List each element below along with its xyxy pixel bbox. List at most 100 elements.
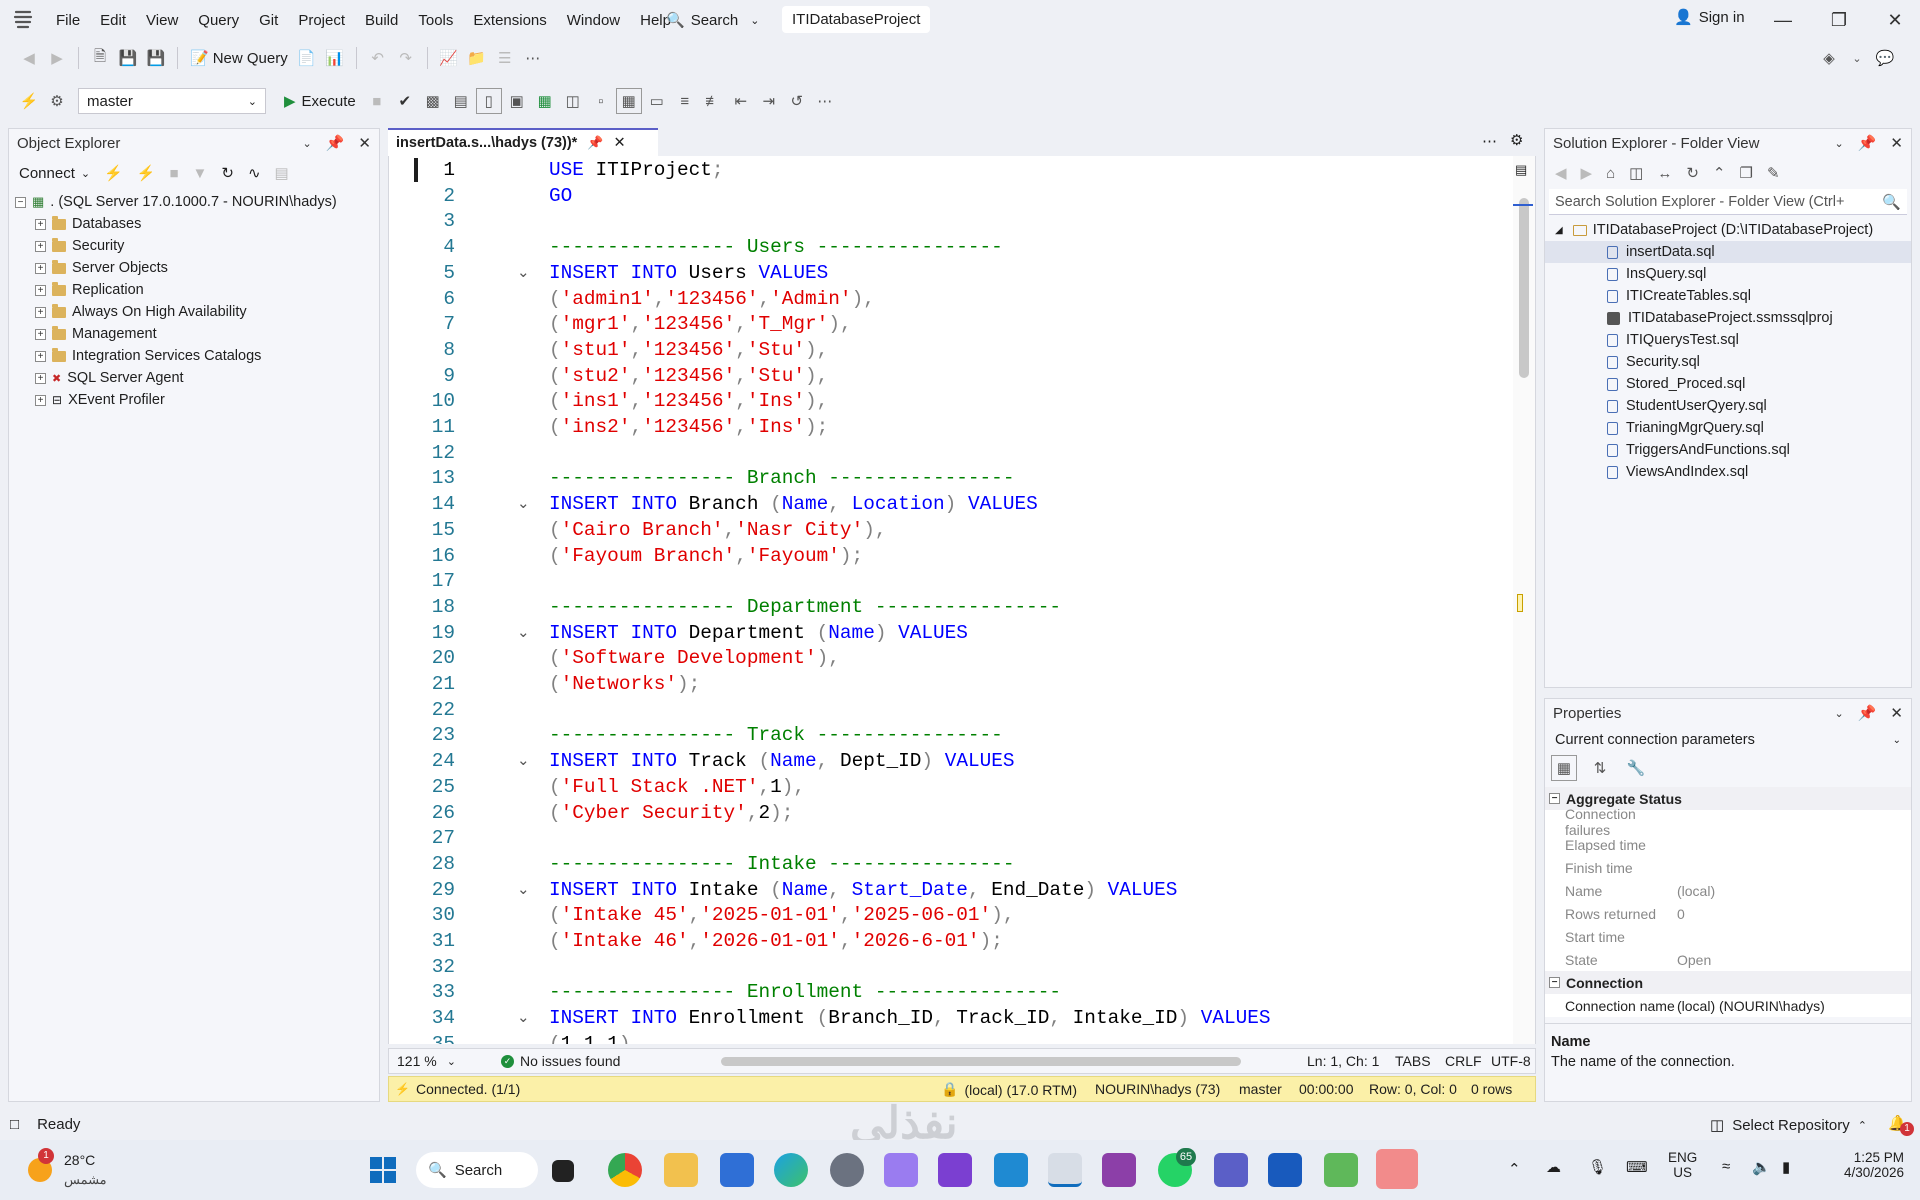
code-line[interactable]: 17 <box>389 569 1489 595</box>
split-icon[interactable]: ▤ <box>1515 162 1527 178</box>
menu-edit[interactable]: Edit <box>90 12 136 29</box>
expand-icon[interactable]: + <box>35 218 46 230</box>
code-line[interactable]: 27 <box>389 826 1489 852</box>
property-row[interactable]: State Open <box>1545 948 1911 971</box>
property-pages-icon[interactable]: 🔧 <box>1623 755 1649 781</box>
back-icon[interactable]: ◀ <box>1555 164 1567 182</box>
fold-chevron-icon[interactable]: ⌄ <box>517 492 530 518</box>
properties-object-select[interactable]: Current connection parameters ⌄ <box>1545 727 1911 753</box>
code-line[interactable]: 26 ('Cyber Security',2); <box>389 801 1489 827</box>
search-button[interactable]: 🔍 Search ⌄ <box>666 8 759 32</box>
property-row[interactable]: Connection name (local) (NOURIN\hadys) <box>1545 994 1911 1017</box>
summary-icon[interactable]: ▤ <box>275 164 289 182</box>
minimize-button[interactable]: — <box>1755 0 1811 40</box>
collapse-icon[interactable]: − <box>1549 977 1560 988</box>
code-line[interactable]: 2 GO <box>389 184 1489 210</box>
code-line[interactable]: 5 ⌄ INSERT INTO Users VALUES <box>389 261 1489 287</box>
clock[interactable]: 1:25 PM 4/30/2026 <box>1824 1150 1904 1180</box>
fold-chevron-icon[interactable]: ⌄ <box>517 261 530 287</box>
connect-dropdown[interactable]: Connect ⌄ <box>19 165 90 182</box>
battery-icon[interactable]: ▮ <box>1782 1158 1790 1176</box>
code-line[interactable]: 23 ---------------- Track ---------------… <box>389 723 1489 749</box>
menu-file[interactable]: File <box>46 12 90 29</box>
fold-chevron-icon[interactable]: ⌄ <box>517 878 530 904</box>
pin-icon[interactable]: 📌 <box>587 135 603 151</box>
execute-button[interactable]: ▶ Execute <box>278 92 362 111</box>
start-button[interactable] <box>366 1153 400 1187</box>
new-query-button[interactable]: 📝 New Query <box>186 49 292 68</box>
collapse-icon[interactable]: − <box>15 196 26 208</box>
new-project-icon[interactable]: 🗎 <box>87 45 113 71</box>
zoom-select[interactable]: 121 % ⌄ <box>397 1053 477 1069</box>
chevron-down-icon[interactable]: ⌄ <box>303 137 312 150</box>
sync-icon[interactable]: ↔ <box>1657 165 1672 182</box>
settings-gear-icon[interactable]: ⚙ <box>1510 131 1523 149</box>
code-line[interactable]: 15 ('Cairo Branch','Nasr City'), <box>389 518 1489 544</box>
solution-file-item[interactable]: Stored_Proced.sql <box>1545 373 1911 395</box>
code-line[interactable]: 22 <box>389 698 1489 724</box>
code-line[interactable]: 9 ('stu2','123456','Stu'), <box>389 364 1489 390</box>
keyboard-icon[interactable]: ⌨ <box>1626 1158 1648 1176</box>
visual-studio-icon[interactable] <box>938 1153 972 1187</box>
file-explorer-icon[interactable] <box>664 1153 698 1187</box>
comment-icon[interactable]: ☰ <box>492 45 518 71</box>
refresh-icon[interactable]: ↻ <box>221 164 234 182</box>
code-line[interactable]: 24 ⌄ INSERT INTO Track (Name, Dept_ID) VAL… <box>389 749 1489 775</box>
live-stats-icon[interactable]: ▦ <box>532 88 558 114</box>
fold-chevron-icon[interactable]: ⌄ <box>517 621 530 647</box>
word-icon[interactable] <box>1268 1153 1302 1187</box>
select-repository-button[interactable]: ◫ Select Repository ⌃ <box>1710 1116 1867 1135</box>
issues-indicator[interactable]: ✓ No issues found <box>501 1053 620 1069</box>
code-line[interactable]: 1 USE ITIProject; <box>389 158 1489 184</box>
oe-node-replication[interactable]: + Replication <box>15 279 373 301</box>
oe-node-management[interactable]: + Management <box>15 323 373 345</box>
code-line[interactable]: 14 ⌄ INSERT INTO Branch (Name, Location) V… <box>389 492 1489 518</box>
copilot-icon[interactable]: ◈ <box>1816 45 1842 71</box>
close-tab-icon[interactable]: ✕ <box>614 135 626 151</box>
pin-icon[interactable]: 📌 <box>1858 704 1877 722</box>
property-row[interactable]: Connection failures <box>1545 806 1911 838</box>
scroll-thumb[interactable] <box>1519 198 1529 378</box>
wifi-icon[interactable]: ≈ <box>1722 1158 1730 1175</box>
solution-file-item[interactable]: ITIDatabaseProject.ssmssqlproj <box>1545 307 1911 329</box>
settings-icon[interactable] <box>830 1153 864 1187</box>
solution-search-input[interactable]: Search Solution Explorer - Folder View (… <box>1549 189 1907 215</box>
indent-mode[interactable]: TABS <box>1395 1053 1431 1069</box>
menu-project[interactable]: Project <box>288 12 355 29</box>
save-icon[interactable]: 💾 <box>115 45 141 71</box>
weather-widget[interactable]: 1 28°C مشمس <box>24 1148 134 1192</box>
collapse-all-icon[interactable]: ⌃ <box>1713 164 1726 182</box>
code-line[interactable]: 13 ---------------- Branch --------------… <box>389 466 1489 492</box>
code-line[interactable]: 19 ⌄ INSERT INTO Department (Name) VALUES <box>389 621 1489 647</box>
chrome-icon[interactable] <box>608 1153 642 1187</box>
cursor-position[interactable]: Ln: 1, Ch: 1 <box>1307 1053 1379 1069</box>
code-line[interactable]: 10 ('ins1','123456','Ins'), <box>389 389 1489 415</box>
menu-git[interactable]: Git <box>249 12 288 29</box>
line-endings[interactable]: CRLF <box>1445 1053 1482 1069</box>
menu-build[interactable]: Build <box>355 12 408 29</box>
code-line[interactable]: 25 ('Full Stack .NET',1), <box>389 775 1489 801</box>
chevron-down-icon[interactable]: ⌄ <box>1835 137 1844 150</box>
disconnect-icon[interactable]: ⚡ <box>137 164 156 182</box>
property-group-connection[interactable]: − Connection <box>1545 971 1911 994</box>
expand-icon[interactable]: + <box>35 240 46 252</box>
server-node[interactable]: − ▦ . (SQL Server 17.0.1000.7 - NOURIN\h… <box>15 191 373 213</box>
menu-view[interactable]: View <box>136 12 188 29</box>
query-designer-icon[interactable]: ▤ <box>448 88 474 114</box>
oe-node-xevent-profiler[interactable]: + ⊟ XEvent Profiler <box>15 389 373 411</box>
comment-lines-icon[interactable]: ≡ <box>672 88 698 114</box>
uncomment-lines-icon[interactable]: ≢ <box>700 88 726 114</box>
stop-icon[interactable]: ■ <box>169 165 178 182</box>
code-line[interactable]: 11 ('ins2','123456','Ins'); <box>389 415 1489 441</box>
categorized-icon[interactable]: ▦ <box>1551 755 1577 781</box>
expand-icon[interactable]: + <box>35 284 46 296</box>
code-line[interactable]: 12 <box>389 441 1489 467</box>
code-line[interactable]: 6 ('admin1','123456','Admin'), <box>389 287 1489 313</box>
intellisense-icon[interactable]: ▯ <box>475 88 502 114</box>
solution-file-item[interactable]: InsQuery.sql <box>1545 263 1911 285</box>
expand-icon[interactable]: + <box>35 328 46 340</box>
code-line[interactable]: 18 ---------------- Department ----------… <box>389 595 1489 621</box>
parse-icon[interactable]: ✔ <box>392 88 418 114</box>
refresh-icon[interactable]: ↻ <box>1686 164 1699 182</box>
close-icon[interactable]: ✕ <box>358 134 371 152</box>
